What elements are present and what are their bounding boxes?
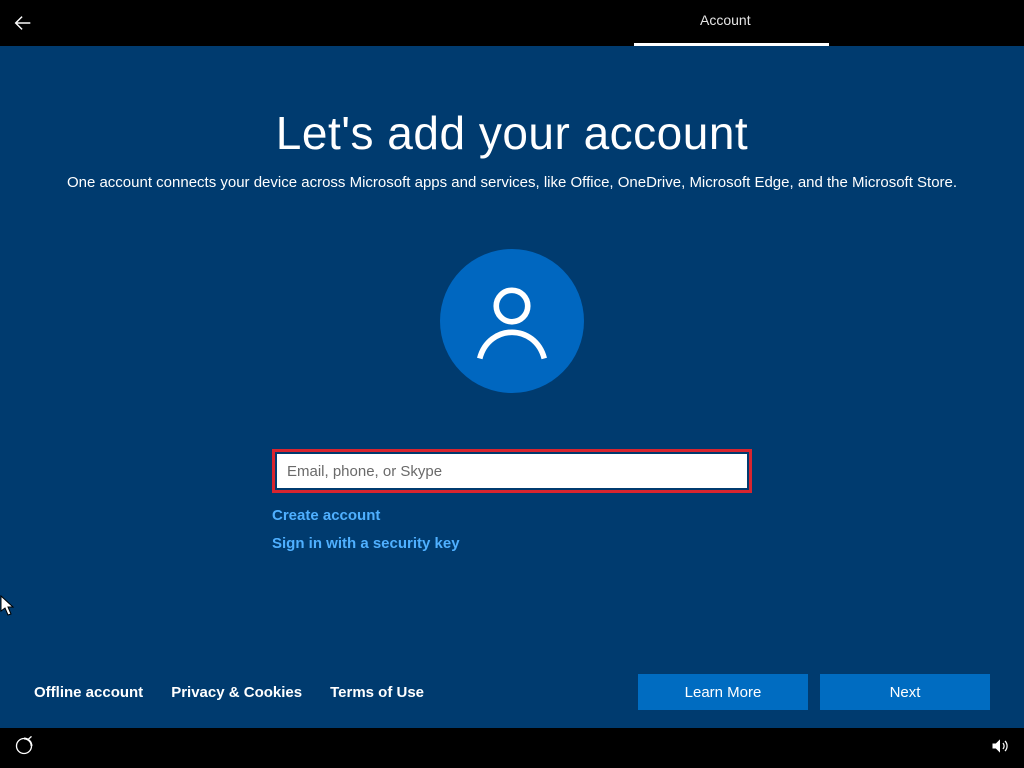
volume-button[interactable] [990, 736, 1010, 761]
privacy-cookies-link[interactable]: Privacy & Cookies [171, 684, 302, 701]
action-buttons: Learn More Next [638, 674, 990, 710]
security-key-row: Sign in with a security key [272, 535, 752, 553]
learn-more-button[interactable]: Learn More [638, 674, 808, 710]
back-button[interactable] [0, 0, 46, 46]
ease-of-access-button[interactable] [14, 736, 34, 761]
form-area: Create account Sign in with a security k… [0, 449, 1024, 553]
volume-icon [990, 736, 1010, 756]
person-icon [467, 276, 557, 366]
create-account-link[interactable]: Create account [272, 507, 380, 524]
user-avatar [440, 249, 584, 393]
tab-underline [634, 43, 829, 46]
create-account-row: Create account [272, 507, 752, 525]
bottom-bar: Offline account Privacy & Cookies Terms … [0, 662, 1024, 722]
email-input-highlight [272, 449, 752, 493]
avatar-container [0, 249, 1024, 393]
bottom-links: Offline account Privacy & Cookies Terms … [34, 684, 424, 701]
security-key-link[interactable]: Sign in with a security key [272, 535, 460, 552]
cursor-icon [0, 595, 16, 617]
terms-of-use-link[interactable]: Terms of Use [330, 684, 424, 701]
main-content: Let's add your account One account conne… [0, 46, 1024, 553]
back-arrow-icon [12, 12, 34, 34]
taskbar [0, 728, 1024, 768]
email-input[interactable] [277, 454, 747, 488]
ease-of-access-icon [14, 736, 34, 756]
page-subheading: One account connects your device across … [0, 174, 1024, 191]
title-bar: Account [0, 0, 1024, 46]
page-heading: Let's add your account [0, 106, 1024, 160]
offline-account-link[interactable]: Offline account [34, 684, 143, 701]
next-button[interactable]: Next [820, 674, 990, 710]
tab-account-label[interactable]: Account [700, 12, 751, 28]
